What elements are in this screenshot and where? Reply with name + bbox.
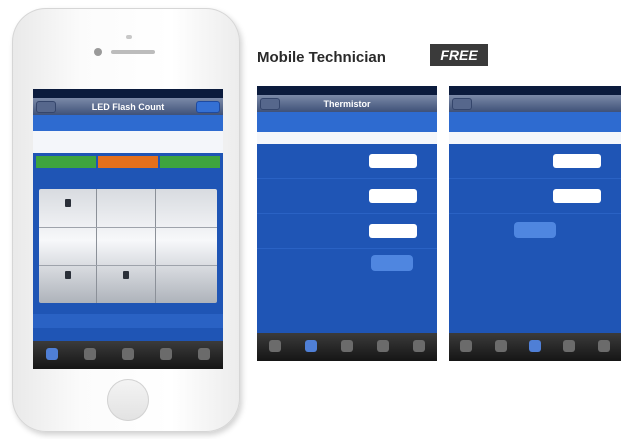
unit-banner	[33, 115, 223, 131]
tab-bar	[257, 333, 437, 361]
tab-thermistor[interactable]	[71, 341, 109, 369]
nav-bar: LED Flash Count	[33, 98, 223, 115]
tab-tips[interactable]	[147, 341, 185, 369]
manufacturer-banner	[449, 112, 621, 132]
picker-marker	[65, 271, 71, 279]
flash-count-picker[interactable]	[39, 189, 217, 303]
tab-led[interactable]	[257, 333, 293, 361]
front-camera-icon	[94, 48, 102, 56]
bulb-icon	[160, 348, 172, 360]
segment-tab-2[interactable]	[98, 156, 158, 168]
field-row	[257, 144, 437, 179]
picker-selection-line	[39, 227, 217, 228]
manufacturer-banner	[257, 112, 437, 132]
status-bar	[449, 86, 621, 95]
sensor-select-row[interactable]	[449, 132, 621, 144]
tab-tips[interactable]	[552, 333, 586, 361]
led-flash-screen: LED Flash Count	[33, 89, 223, 369]
thermometer-icon	[84, 348, 96, 360]
back-button[interactable]	[260, 98, 280, 110]
tab-pressure[interactable]	[518, 333, 552, 361]
input-field[interactable]	[369, 189, 417, 203]
footer-note	[33, 314, 223, 328]
earpiece-speaker	[111, 50, 155, 54]
status-bar	[257, 86, 437, 95]
app-heading: Mobile Technician	[257, 49, 386, 66]
picker-divider	[96, 189, 97, 303]
tab-pressure[interactable]	[329, 333, 365, 361]
nav-right-button[interactable]	[196, 101, 220, 113]
picker-marker	[65, 199, 71, 207]
gauge-icon	[122, 348, 134, 360]
tab-tips[interactable]	[365, 333, 401, 361]
field-row	[257, 214, 437, 249]
picker-marker	[123, 271, 129, 279]
calculate-button[interactable]	[514, 222, 556, 238]
gear-icon	[413, 340, 425, 352]
iphone-device: LED Flash Count	[12, 8, 240, 432]
thermometer-icon	[305, 340, 317, 352]
gear-icon	[597, 340, 610, 352]
gear-icon	[198, 348, 210, 360]
tab-led[interactable]	[33, 341, 71, 369]
led-tab-icon	[460, 340, 473, 352]
segment-tab-3[interactable]	[160, 156, 220, 168]
thermometer-icon	[494, 340, 507, 352]
back-button[interactable]	[36, 101, 56, 113]
picker-selection-line	[39, 265, 217, 266]
gauge-icon	[341, 340, 353, 352]
led-tab-icon	[46, 348, 58, 360]
led-tab-icon	[269, 340, 281, 352]
field-row	[449, 179, 621, 214]
calculate-button[interactable]	[371, 255, 413, 271]
gauge-icon	[529, 340, 542, 352]
input-field[interactable]	[553, 189, 601, 203]
tab-settings[interactable]	[185, 341, 223, 369]
nav-bar: Thermistor	[257, 95, 437, 112]
tab-settings[interactable]	[587, 333, 621, 361]
top-dot	[126, 35, 132, 39]
tab-pressure[interactable]	[109, 341, 147, 369]
segment-tab-1[interactable]	[36, 156, 96, 168]
bulb-icon	[563, 340, 576, 352]
tab-bar	[449, 333, 621, 361]
screen-title: Thermistor	[323, 98, 371, 109]
screen-title: LED Flash Count	[91, 101, 165, 112]
tab-thermistor[interactable]	[293, 333, 329, 361]
sensor-select-row[interactable]	[257, 132, 437, 144]
tab-settings[interactable]	[401, 333, 437, 361]
free-badge: FREE	[430, 44, 488, 66]
status-bar	[33, 89, 223, 98]
field-row	[449, 144, 621, 179]
bulb-icon	[377, 340, 389, 352]
thermistor-screen: Thermistor	[257, 86, 437, 361]
input-field[interactable]	[369, 224, 417, 238]
input-field[interactable]	[369, 154, 417, 168]
tab-led[interactable]	[449, 333, 483, 361]
tab-bar	[33, 341, 223, 369]
footer-note	[257, 271, 437, 279]
field-row	[257, 179, 437, 214]
back-button[interactable]	[452, 98, 472, 110]
nav-bar	[449, 95, 621, 112]
info-panel	[33, 131, 223, 153]
tab-thermistor[interactable]	[483, 333, 517, 361]
footer-note	[449, 238, 621, 246]
picker-divider	[155, 189, 156, 303]
pressure-screen	[449, 86, 621, 361]
input-field[interactable]	[553, 154, 601, 168]
home-button[interactable]	[107, 379, 149, 421]
segment-tabs	[33, 153, 223, 171]
